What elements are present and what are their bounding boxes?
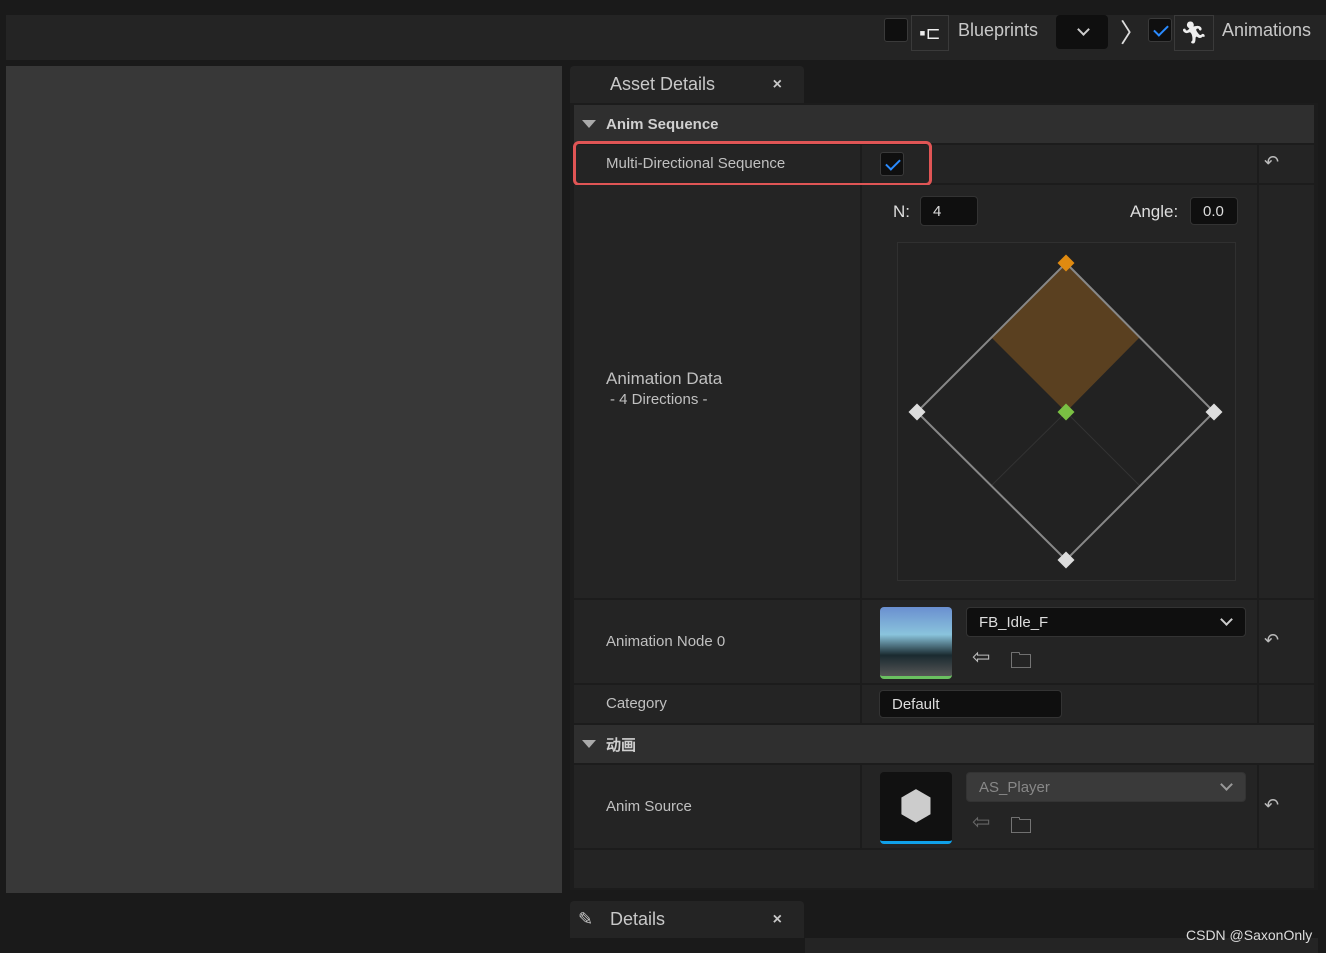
pencil-icon: ✎: [578, 909, 594, 929]
use-selected-icon[interactable]: ⇦: [972, 644, 990, 670]
toolbar: ▪⊏ Blueprints 〉 🏃︎ Animations: [6, 15, 1326, 60]
section-anim-sequence[interactable]: Anim Sequence: [574, 105, 1314, 143]
animation-data-row: Animation Data - 4 Directions - N: 4 Ang…: [574, 185, 1314, 598]
animation-node-dropdown[interactable]: FB_Idle_F: [966, 607, 1246, 637]
reset-icon[interactable]: ↶: [1264, 152, 1279, 173]
property-label: Anim Source: [606, 798, 692, 815]
anim-source-row: Anim Source ⬢ AS_Player ⇦ 🗀 ↶: [574, 765, 1314, 848]
category-row: Category Default: [574, 685, 1314, 723]
blueprints-label: Blueprints: [958, 20, 1039, 40]
animation-node-row: Animation Node 0 FB_Idle_F ⇦ 🗀 ↶: [574, 600, 1314, 683]
property-label: Animation Node 0: [606, 633, 726, 650]
browse-folder-icon[interactable]: 🗀: [1010, 644, 1032, 682]
blueprints-dropdown[interactable]: [1056, 15, 1108, 49]
n-input[interactable]: 4: [920, 196, 978, 226]
n-label: N:: [893, 202, 910, 221]
chevron-right-icon: 〉: [1120, 18, 1147, 48]
blueprints-checkbox[interactable]: [884, 18, 908, 42]
collapse-arrow-icon: [582, 740, 596, 748]
animation-thumbnail[interactable]: [880, 607, 952, 679]
tab-asset-details[interactable]: Asset Details ×: [570, 66, 804, 103]
collapse-arrow-icon: [582, 120, 596, 128]
blueprint-icon: ▪⊏: [911, 15, 949, 51]
anim-source-thumbnail[interactable]: ⬢: [880, 772, 952, 844]
direction-diagram[interactable]: [897, 242, 1237, 582]
property-sublabel: - 4 Directions -: [610, 391, 708, 408]
section-title: 动画: [606, 736, 637, 754]
section-animation[interactable]: 动画: [574, 725, 1314, 763]
close-icon[interactable]: ×: [773, 76, 782, 94]
running-person-icon: 🏃︎: [1174, 15, 1214, 51]
angle-input[interactable]: 0.0: [1190, 197, 1238, 225]
category-input[interactable]: Default: [879, 690, 1062, 718]
tab-details[interactable]: ✎ Details ×: [570, 901, 804, 938]
section-title: Anim Sequence: [606, 115, 719, 133]
property-label: Category: [606, 695, 667, 712]
use-selected-icon[interactable]: ⇦: [972, 809, 990, 835]
animations-label: Animations: [1222, 20, 1312, 40]
property-label: Animation Data: [606, 369, 723, 388]
panel-filler: [574, 850, 1314, 888]
animations-checkbox[interactable]: [1148, 18, 1172, 42]
viewport-panel: [6, 66, 562, 893]
tab-label: Asset Details: [610, 74, 716, 94]
reset-icon[interactable]: ↶: [1264, 630, 1279, 651]
close-icon[interactable]: ×: [773, 911, 782, 929]
browse-folder-icon[interactable]: 🗀: [1010, 809, 1032, 847]
anim-source-dropdown[interactable]: AS_Player: [966, 772, 1246, 802]
watermark: CSDN @SaxonOnly: [1186, 927, 1313, 943]
reset-icon[interactable]: ↶: [1264, 795, 1279, 816]
highlight-box: [573, 141, 932, 186]
tab-label: Details: [610, 909, 666, 929]
angle-label: Angle:: [1130, 202, 1179, 221]
